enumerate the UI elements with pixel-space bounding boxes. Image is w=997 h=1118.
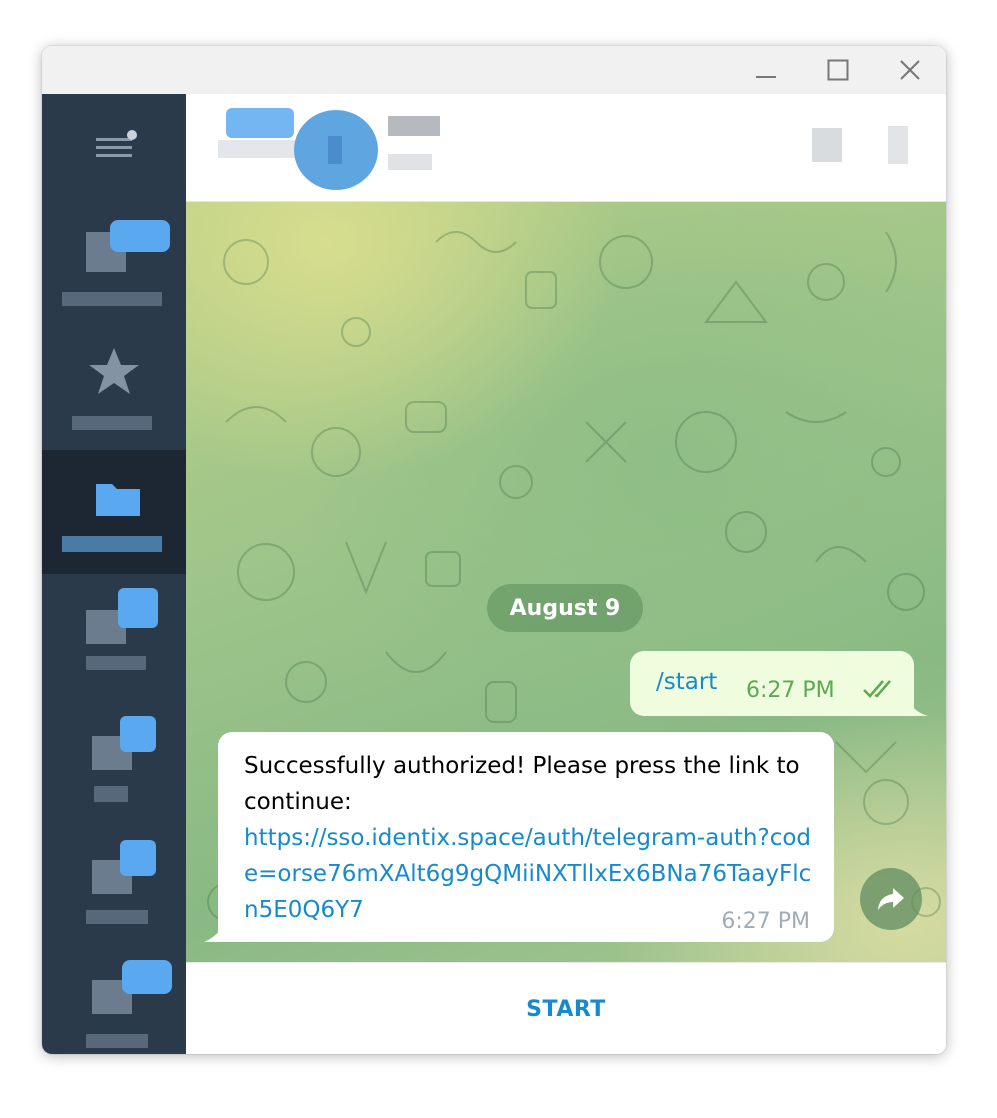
double-check-icon bbox=[863, 680, 891, 698]
chat-folder-icon bbox=[92, 716, 172, 772]
close-icon bbox=[900, 60, 920, 80]
incoming-message-time: 6:27 PM bbox=[721, 909, 810, 934]
outgoing-bubble-tail bbox=[908, 700, 928, 716]
sidebar-item-label bbox=[62, 536, 162, 552]
chat-folder-icon bbox=[92, 840, 172, 896]
sidebar-item-all-chats[interactable] bbox=[42, 198, 186, 322]
maximize-button[interactable] bbox=[818, 54, 858, 86]
search-icon[interactable] bbox=[812, 128, 842, 162]
sidebar-item-label bbox=[86, 1034, 148, 1048]
sidebar-item-label bbox=[94, 786, 128, 802]
folders-sidebar bbox=[42, 94, 186, 1054]
forward-icon bbox=[878, 888, 904, 910]
sidebar-item-label bbox=[72, 416, 152, 430]
minimize-button[interactable] bbox=[746, 54, 786, 86]
sidebar-item-folder-7[interactable] bbox=[42, 954, 186, 1054]
sidebar-item-label bbox=[62, 292, 162, 306]
sidebar-item-label bbox=[86, 910, 148, 924]
outgoing-message[interactable]: /start 6:27 PM bbox=[630, 651, 914, 716]
chat-title bbox=[226, 108, 294, 138]
folder-icon bbox=[96, 484, 140, 516]
chat-header[interactable] bbox=[186, 94, 946, 202]
chat-panel: August 9 /start 6:27 PM Successfully aut… bbox=[186, 94, 946, 1054]
sidebar-item-active-folder[interactable] bbox=[42, 450, 186, 574]
sidebar-item-favorites[interactable] bbox=[42, 322, 186, 446]
incoming-message-body: Successfully authorized! Please press th… bbox=[244, 748, 814, 928]
close-button[interactable] bbox=[890, 54, 930, 86]
incoming-bubble-tail bbox=[204, 924, 224, 942]
minimize-icon bbox=[756, 76, 776, 78]
outgoing-message-text[interactable]: /start bbox=[656, 669, 717, 695]
star-folder-icon bbox=[89, 348, 139, 394]
avatar bbox=[294, 110, 378, 190]
chat-folder-icon bbox=[86, 588, 174, 644]
incoming-message-text: Successfully authorized! Please press th… bbox=[244, 753, 800, 815]
start-button[interactable]: START bbox=[526, 997, 606, 1022]
chat-folder-icon bbox=[92, 960, 178, 1016]
forward-button[interactable] bbox=[860, 868, 922, 930]
title-bar bbox=[42, 46, 946, 94]
sidebar-item-label bbox=[86, 656, 146, 670]
sidebar-item-folder-4[interactable] bbox=[42, 578, 186, 702]
outgoing-message-time: 6:27 PM bbox=[746, 678, 835, 703]
chat-subtitle bbox=[218, 140, 300, 158]
chat-name-blur bbox=[388, 116, 440, 136]
maximize-icon bbox=[827, 59, 849, 81]
chat-status-blur bbox=[388, 154, 432, 170]
main-menu-button[interactable] bbox=[42, 94, 186, 194]
sidebar-item-folder-5[interactable] bbox=[42, 706, 186, 830]
telegram-window: August 9 /start 6:27 PM Successfully aut… bbox=[42, 46, 946, 1054]
all-chats-folder-icon bbox=[86, 220, 174, 276]
message-list[interactable]: August 9 /start 6:27 PM Successfully aut… bbox=[186, 202, 946, 962]
bottom-bar: START bbox=[186, 962, 946, 1054]
incoming-message[interactable]: Successfully authorized! Please press th… bbox=[218, 732, 834, 942]
date-separator: August 9 bbox=[487, 584, 643, 632]
more-vertical-icon[interactable] bbox=[888, 126, 908, 164]
menu-icon bbox=[96, 130, 137, 157]
sidebar-item-folder-6[interactable] bbox=[42, 830, 186, 954]
